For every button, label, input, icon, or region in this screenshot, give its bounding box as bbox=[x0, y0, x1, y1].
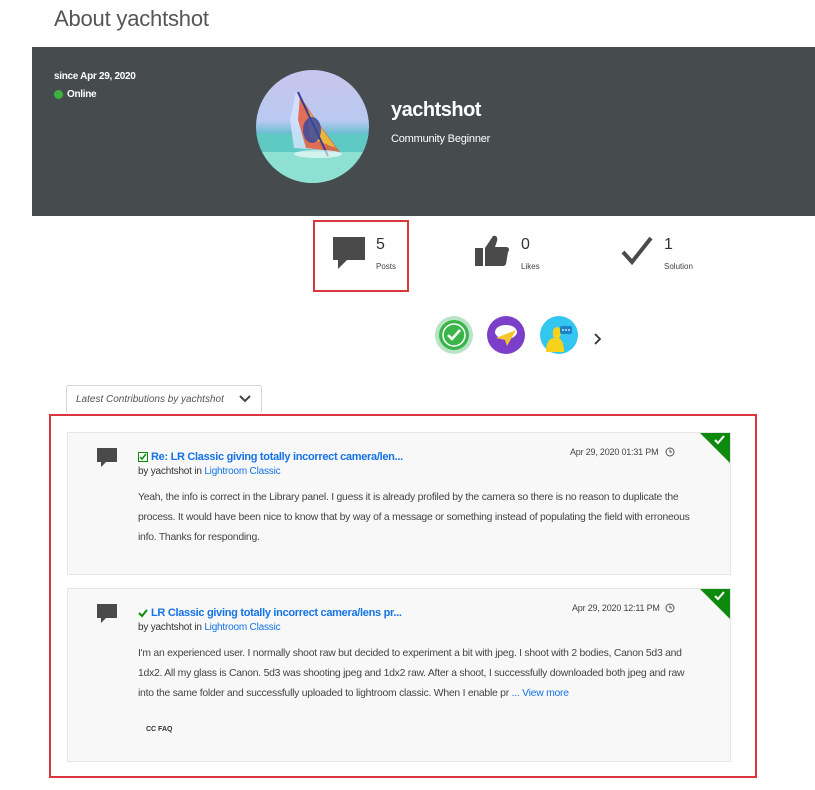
likes-count: 0 bbox=[521, 236, 530, 253]
posts-label: Posts bbox=[376, 262, 397, 271]
post-author: by yachtshot in bbox=[138, 622, 202, 633]
posts-count: 5 bbox=[376, 236, 385, 253]
page-title: About yachtshot bbox=[54, 6, 209, 31]
solution-corner-flag-icon bbox=[700, 433, 730, 463]
likes-label: Likes bbox=[521, 262, 540, 271]
member-since: since Apr 29, 2020 bbox=[54, 71, 136, 82]
post-date: Apr 29, 2020 12:11 PM bbox=[572, 603, 660, 613]
avatar[interactable] bbox=[256, 70, 369, 183]
checkmark-icon bbox=[621, 236, 653, 266]
post-author-line: by yachtshot in Lightroom Classic bbox=[138, 622, 281, 633]
check-badge-icon[interactable] bbox=[435, 316, 473, 354]
board-link[interactable]: Lightroom Classic bbox=[204, 466, 280, 477]
stat-likes[interactable]: 0 Likes bbox=[470, 220, 580, 292]
post-title: LR Classic giving totally incorrect came… bbox=[151, 607, 402, 619]
speech-bubble-icon bbox=[333, 237, 365, 269]
online-status-label: Online bbox=[67, 89, 97, 100]
contributions-filter-dropdown[interactable]: Latest Contributions by yachtshot bbox=[66, 385, 262, 414]
clock-icon bbox=[665, 603, 675, 613]
badges-next-chevron-icon[interactable] bbox=[593, 332, 603, 351]
post-author: by yachtshot in bbox=[138, 466, 202, 477]
contributions-list: Re: LR Classic giving totally incorrect … bbox=[49, 414, 757, 778]
thumbs-up-icon bbox=[475, 235, 510, 266]
post-author-line: by yachtshot in Lightroom Classic bbox=[138, 466, 281, 477]
solution-check-icon bbox=[138, 452, 148, 462]
list-item[interactable]: Re: LR Classic giving totally incorrect … bbox=[67, 432, 731, 575]
clock-icon bbox=[665, 447, 675, 457]
post-title: Re: LR Classic giving totally incorrect … bbox=[151, 451, 403, 463]
board-link[interactable]: Lightroom Classic bbox=[204, 622, 280, 633]
online-dot-icon bbox=[54, 90, 63, 99]
chat-person-badge-icon[interactable] bbox=[540, 316, 578, 354]
stat-solutions[interactable]: 1 Solution bbox=[616, 220, 726, 292]
speech-bubble-icon bbox=[97, 604, 117, 623]
post-date: Apr 29, 2020 01:31 PM bbox=[570, 447, 659, 457]
paper-plane-badge-icon[interactable] bbox=[487, 316, 525, 354]
solution-corner-flag-icon bbox=[700, 589, 730, 619]
post-body: I'm an experienced user. I normally shoo… bbox=[138, 644, 690, 704]
chevron-down-icon bbox=[239, 395, 251, 403]
view-more-link[interactable]: ... View more bbox=[512, 688, 569, 699]
post-body-text: I'm an experienced user. I normally shoo… bbox=[138, 648, 685, 699]
list-item[interactable]: LR Classic giving totally incorrect came… bbox=[67, 588, 731, 762]
solutions-count: 1 bbox=[664, 236, 673, 253]
solutions-label: Solution bbox=[664, 262, 693, 271]
online-status: Online bbox=[54, 89, 97, 100]
post-body: Yeah, the info is correct in the Library… bbox=[138, 492, 690, 543]
post-tag[interactable]: CC FAQ bbox=[146, 726, 172, 733]
speech-bubble-icon bbox=[97, 448, 117, 467]
post-title-link[interactable]: LR Classic giving totally incorrect came… bbox=[138, 607, 402, 619]
solved-check-icon bbox=[138, 609, 148, 618]
profile-rank: Community Beginner bbox=[391, 133, 491, 145]
profile-banner: since Apr 29, 2020 Online yachtshot Comm… bbox=[32, 47, 815, 216]
windsurfer-avatar-image bbox=[256, 70, 369, 183]
contributions-filter-label: Latest Contributions by yachtshot bbox=[76, 394, 224, 405]
profile-username: yachtshot bbox=[391, 99, 481, 121]
post-title-link[interactable]: Re: LR Classic giving totally incorrect … bbox=[138, 451, 403, 463]
stat-posts[interactable]: 5 Posts bbox=[313, 220, 409, 292]
